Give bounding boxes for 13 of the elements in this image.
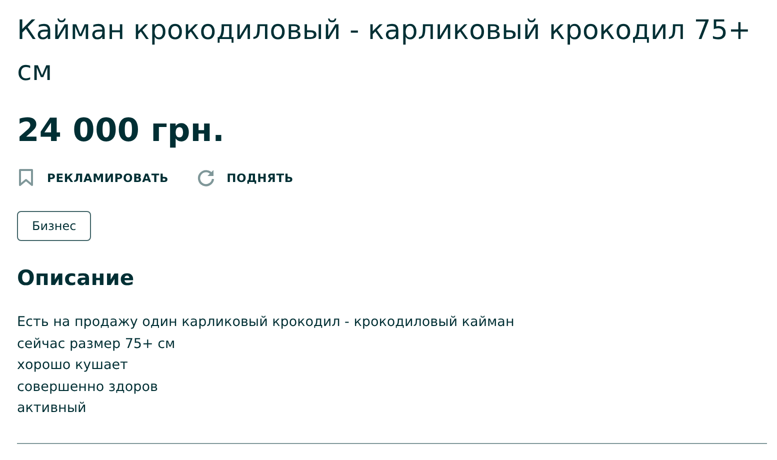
refresh-icon xyxy=(196,168,215,187)
description-line: сейчас размер 75+ см xyxy=(17,334,176,354)
price: 24 000 грн. xyxy=(17,110,226,150)
section-heading: Описание xyxy=(17,265,136,292)
description-line: активный xyxy=(17,399,88,418)
description-line: хорошо кушает xyxy=(17,356,129,375)
action-link[interactable]: РЕКЛАМИРОВАТЬ xyxy=(47,170,169,184)
description-line: совершенно здоров xyxy=(17,378,159,396)
bookmark-icon xyxy=(17,168,35,187)
description-line: Есть на продажу один карликовый крокодил - крокодиловый кайман xyxy=(17,313,516,332)
category-tag: Бизнес xyxy=(17,211,92,241)
action-link[interactable]: ПОДНЯТЬ xyxy=(226,170,294,184)
listing-title: Кайман крокодиловый - карликовый крокодил 75+ см xyxy=(17,14,752,89)
